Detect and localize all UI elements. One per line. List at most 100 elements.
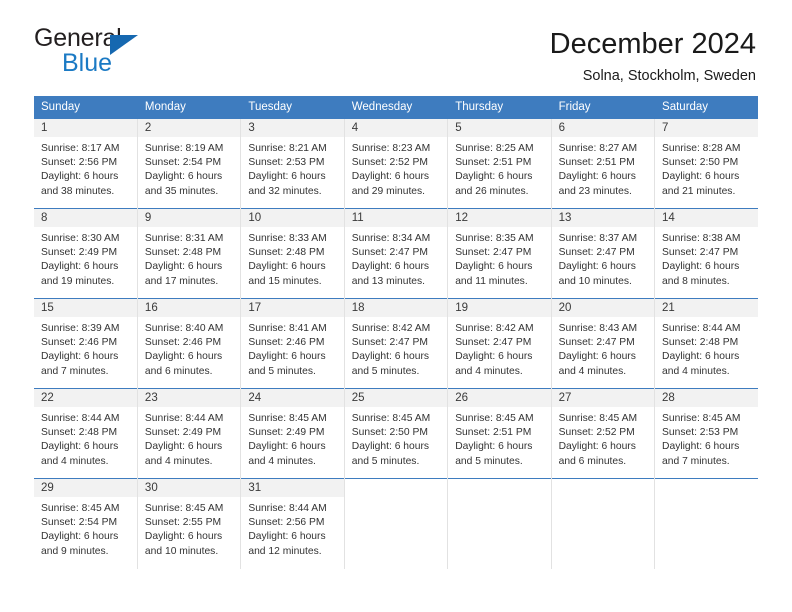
sunrise-text: Sunrise: 8:21 AM <box>248 143 327 154</box>
daylight-text-line1: Daylight: 6 hours <box>662 351 740 363</box>
daylight-text-line2: and 5 minutes. <box>248 365 316 377</box>
day-number: 29 <box>34 479 137 497</box>
day-details: Sunrise: 8:30 AM Sunset: 2:49 PM Daylight:… <box>34 227 137 289</box>
day-details: Sunrise: 8:42 AM Sunset: 2:47 PM Daylight:… <box>345 317 447 379</box>
day-cell-empty <box>654 478 758 569</box>
day-cell[interactable]: 16 Sunrise: 8:40 AM Sunset: 2:46 PM Dayligh… <box>137 298 242 389</box>
calendar-body: 1 Sunrise: 8:17 AM Sunset: 2:56 PM Daylight… <box>34 118 758 569</box>
day-cell[interactable]: 13 Sunrise: 8:37 AM Sunset: 2:47 PM Dayligh… <box>551 208 656 299</box>
day-cell[interactable]: 26 Sunrise: 8:45 AM Sunset: 2:51 PM Dayligh… <box>447 388 552 479</box>
daylight-text-line2: and 9 minutes. <box>41 545 109 557</box>
sunrise-text: Sunrise: 8:45 AM <box>248 413 327 424</box>
sunset-text: Sunset: 2:55 PM <box>144 517 222 529</box>
sunrise-text: Sunrise: 8:23 AM <box>351 143 431 154</box>
day-details: Sunrise: 8:44 AM Sunset: 2:49 PM Daylight:… <box>138 407 240 469</box>
day-number: 20 <box>551 299 655 317</box>
day-cell[interactable]: 6 Sunrise: 8:27 AM Sunset: 2:51 PM Daylight… <box>551 118 656 209</box>
day-cell[interactable]: 23 Sunrise: 8:44 AM Sunset: 2:49 PM Dayligh… <box>137 388 242 479</box>
sunrise-text: Sunrise: 8:30 AM <box>41 233 120 244</box>
daylight-text-line2: and 12 minutes. <box>248 545 322 557</box>
day-cell[interactable]: 17 Sunrise: 8:41 AM Sunset: 2:46 PM Dayligh… <box>240 298 345 389</box>
day-cell[interactable]: 14 Sunrise: 8:38 AM Sunset: 2:47 PM Dayligh… <box>654 208 758 299</box>
day-cell[interactable]: 24 Sunrise: 8:45 AM Sunset: 2:49 PM Dayligh… <box>240 388 345 479</box>
daylight-text-line2: and 11 minutes. <box>455 275 528 287</box>
day-number: 9 <box>137 209 241 227</box>
sunset-text: Sunset: 2:54 PM <box>41 517 118 529</box>
sunset-text: Sunset: 2:49 PM <box>144 427 222 439</box>
day-cell[interactable]: 20 Sunrise: 8:43 AM Sunset: 2:47 PM Dayligh… <box>551 298 656 389</box>
day-cell[interactable]: 21 Sunrise: 8:44 AM Sunset: 2:48 PM Dayligh… <box>654 298 758 389</box>
day-details: Sunrise: 8:35 AM Sunset: 2:47 PM Daylight:… <box>448 227 550 289</box>
day-cell[interactable]: 28 Sunrise: 8:45 AM Sunset: 2:53 PM Dayligh… <box>654 388 758 479</box>
day-number <box>344 479 448 497</box>
sunset-text: Sunset: 2:46 PM <box>144 337 222 349</box>
page-title: December 2024 <box>549 28 756 60</box>
daylight-text-line2: and 6 minutes. <box>144 365 213 377</box>
daylight-text-line2: and 8 minutes. <box>662 275 730 287</box>
sunset-text: Sunset: 2:46 PM <box>248 337 325 349</box>
day-cell[interactable]: 19 Sunrise: 8:42 AM Sunset: 2:47 PM Dayligh… <box>447 298 552 389</box>
daylight-text-line1: Daylight: 6 hours <box>144 351 223 363</box>
day-cell[interactable]: 1 Sunrise: 8:17 AM Sunset: 2:56 PM Daylight… <box>34 118 138 209</box>
day-cell[interactable]: 8 Sunrise: 8:30 AM Sunset: 2:49 PM Daylight… <box>34 208 138 299</box>
day-cell[interactable]: 9 Sunrise: 8:31 AM Sunset: 2:48 PM Daylight… <box>137 208 242 299</box>
calendar-week-row: 29 Sunrise: 8:45 AM Sunset: 2:54 PM Dayligh… <box>34 478 758 569</box>
day-details: Sunrise: 8:23 AM Sunset: 2:52 PM Daylight:… <box>345 137 447 199</box>
general-blue-logo[interactable]: General Blue <box>34 26 164 82</box>
sunset-text: Sunset: 2:56 PM <box>41 157 118 169</box>
day-number <box>448 479 551 497</box>
daylight-text-line1: Daylight: 6 hours <box>41 531 119 543</box>
sunset-text: Sunset: 2:56 PM <box>248 517 325 529</box>
day-cell[interactable]: 15 Sunrise: 8:39 AM Sunset: 2:46 PM Dayligh… <box>34 298 138 389</box>
day-cell[interactable]: 27 Sunrise: 8:45 AM Sunset: 2:52 PM Dayligh… <box>551 388 656 479</box>
daylight-text-line2: and 4 minutes. <box>41 455 109 467</box>
sunset-text: Sunset: 2:47 PM <box>455 337 532 349</box>
day-number: 7 <box>655 119 758 137</box>
daylight-text-line1: Daylight: 6 hours <box>558 261 636 273</box>
day-cell[interactable]: 30 Sunrise: 8:45 AM Sunset: 2:55 PM Dayligh… <box>137 478 242 569</box>
sunset-text: Sunset: 2:47 PM <box>662 247 739 259</box>
daylight-text-line1: Daylight: 6 hours <box>41 171 119 183</box>
day-details: Sunrise: 8:21 AM Sunset: 2:53 PM Daylight:… <box>241 137 343 199</box>
weekday-header-thursday: Thursday <box>447 96 552 119</box>
day-number: 4 <box>344 119 448 137</box>
sunset-text: Sunset: 2:51 PM <box>558 157 635 169</box>
logo-triangle-icon <box>110 35 138 55</box>
day-cell[interactable]: 25 Sunrise: 8:45 AM Sunset: 2:50 PM Dayligh… <box>344 388 449 479</box>
day-cell[interactable]: 31 Sunrise: 8:44 AM Sunset: 2:56 PM Dayligh… <box>240 478 345 569</box>
day-number: 6 <box>551 119 655 137</box>
day-cell[interactable]: 29 Sunrise: 8:45 AM Sunset: 2:54 PM Dayligh… <box>34 478 138 569</box>
day-cell[interactable]: 22 Sunrise: 8:44 AM Sunset: 2:48 PM Dayligh… <box>34 388 138 479</box>
weekday-header-friday: Friday <box>551 96 656 119</box>
sunset-text: Sunset: 2:46 PM <box>41 337 118 349</box>
day-cell[interactable]: 2 Sunrise: 8:19 AM Sunset: 2:54 PM Daylight… <box>137 118 242 209</box>
day-number: 11 <box>344 209 448 227</box>
daylight-text-line1: Daylight: 6 hours <box>248 441 326 453</box>
day-cell[interactable]: 7 Sunrise: 8:28 AM Sunset: 2:50 PM Daylight… <box>654 118 758 209</box>
day-cell[interactable]: 3 Sunrise: 8:21 AM Sunset: 2:53 PM Daylight… <box>240 118 345 209</box>
day-number: 31 <box>241 479 344 497</box>
sunset-text: Sunset: 2:52 PM <box>351 157 428 169</box>
sunset-text: Sunset: 2:48 PM <box>144 247 222 259</box>
daylight-text-line1: Daylight: 6 hours <box>248 531 326 543</box>
day-cell[interactable]: 10 Sunrise: 8:33 AM Sunset: 2:48 PM Dayligh… <box>240 208 345 299</box>
daylight-text-line2: and 7 minutes. <box>662 455 730 467</box>
sunrise-text: Sunrise: 8:45 AM <box>41 503 120 514</box>
daylight-text-line1: Daylight: 6 hours <box>351 261 430 273</box>
daylight-text-line1: Daylight: 6 hours <box>144 531 223 543</box>
sunset-text: Sunset: 2:50 PM <box>662 157 739 169</box>
daylight-text-line1: Daylight: 6 hours <box>351 351 430 363</box>
daylight-text-line2: and 4 minutes. <box>558 365 627 377</box>
daylight-text-line1: Daylight: 6 hours <box>662 261 740 273</box>
day-cell[interactable]: 5 Sunrise: 8:25 AM Sunset: 2:51 PM Daylight… <box>447 118 552 209</box>
day-details: Sunrise: 8:44 AM Sunset: 2:48 PM Daylight:… <box>34 407 137 469</box>
day-cell[interactable]: 4 Sunrise: 8:23 AM Sunset: 2:52 PM Daylight… <box>344 118 449 209</box>
daylight-text-line1: Daylight: 6 hours <box>558 171 636 183</box>
location-subtitle: Solna, Stockholm, Sweden <box>582 68 756 85</box>
daylight-text-line2: and 7 minutes. <box>41 365 109 377</box>
day-cell[interactable]: 18 Sunrise: 8:42 AM Sunset: 2:47 PM Dayligh… <box>344 298 449 389</box>
day-cell[interactable]: 11 Sunrise: 8:34 AM Sunset: 2:47 PM Dayligh… <box>344 208 449 299</box>
day-number: 24 <box>241 389 344 407</box>
day-details: Sunrise: 8:45 AM Sunset: 2:52 PM Daylight:… <box>552 407 654 469</box>
day-cell[interactable]: 12 Sunrise: 8:35 AM Sunset: 2:47 PM Dayligh… <box>447 208 552 299</box>
